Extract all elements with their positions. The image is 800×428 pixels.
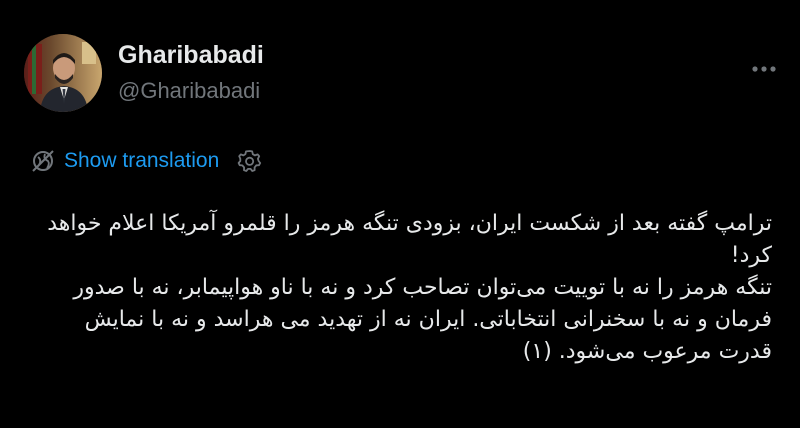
show-translation-link[interactable]: Show translation	[64, 147, 219, 175]
tweet-paragraph: ترامپ گفته بعد از شکست ایران، بزودی تنگه…	[47, 211, 772, 268]
globe-icon	[32, 150, 54, 172]
tweet-paragraph: تنگه هرمز را نه با توییت می‌توان تصاحب ک…	[73, 275, 772, 364]
more-horizontal-icon	[752, 66, 776, 72]
translation-row: Show translation	[30, 144, 263, 178]
more-options-button[interactable]	[744, 52, 784, 86]
gear-icon[interactable]	[237, 148, 263, 174]
display-name[interactable]: Gharibabadi	[118, 40, 264, 70]
tweet-text: ترامپ گفته بعد از شکست ایران، بزودی تنگه…	[28, 208, 772, 368]
profile-photo	[24, 34, 102, 112]
tweet: Gharibabadi @Gharibabadi Show translatio…	[0, 0, 800, 428]
user-handle[interactable]: @Gharibabadi	[118, 77, 260, 105]
avatar[interactable]	[24, 34, 102, 112]
